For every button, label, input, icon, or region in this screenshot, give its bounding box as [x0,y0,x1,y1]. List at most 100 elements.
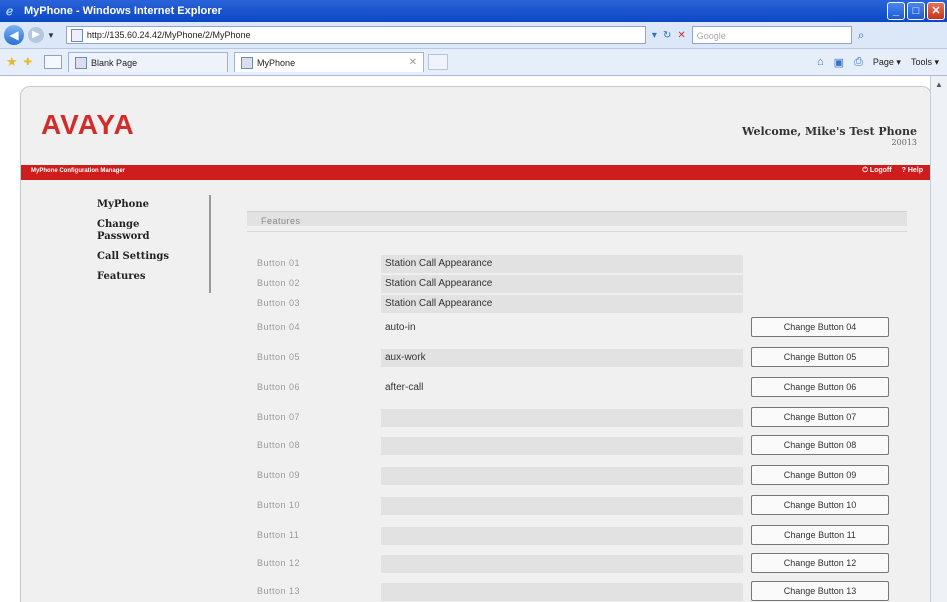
feature-button-label: Button 09 [257,470,301,480]
feature-row: Button 09 Change Button 09 [257,465,917,485]
sidebar-nav: MyPhone Change Password Call Settings Fe… [97,199,207,291]
tab-label: MyPhone [257,57,296,68]
feature-button-label: Button 10 [257,500,301,510]
feature-row: Button 01 Station Call Appearance [257,255,917,273]
feature-button-label: Button 06 [257,382,301,392]
tab-page-icon [241,56,254,69]
print-icon[interactable]: ⎙ [854,56,863,69]
feature-row: Button 11 Change Button 11 [257,525,917,545]
change-button[interactable]: Change Button 06 [751,377,889,397]
command-bar: ⌂ ▣ ⎙ Page ▾ Tools ▾ [817,56,947,69]
change-button[interactable]: Change Button 04 [751,317,889,337]
features-section-header: Features [247,211,907,226]
address-row: ◀ ▶ ▼ http://135.60.24.42/MyPhone/2/MyPh… [0,22,947,49]
page-icon [70,28,83,42]
vertical-scrollbar[interactable]: ▲ [930,76,947,602]
content-viewport: AVAYA Welcome, Mike's Test Phone 20013 M… [0,76,930,602]
change-button[interactable]: Change Button 05 [751,347,889,367]
feature-value [381,555,743,573]
feature-row: Button 08 Change Button 08 [257,435,917,455]
tab-blank-page[interactable]: Blank Page [68,52,229,72]
feature-row: Button 07 Change Button 07 [257,407,917,427]
feature-value [381,437,743,455]
minimize-button[interactable]: _ [887,2,905,20]
address-field[interactable]: http://135.60.24.42/MyPhone/2/MyPhone [65,26,646,44]
section-divider [247,231,907,232]
feature-button-label: Button 03 [257,298,301,308]
address-dropdown-icon[interactable]: ▾ [652,30,657,41]
logoff-link[interactable]: ⏻ Logoff [862,167,891,175]
close-tab-icon[interactable]: ✕ [409,57,417,68]
feature-button-label: Button 02 [257,278,301,288]
feature-button-label: Button 01 [257,258,301,268]
change-button[interactable]: Change Button 09 [751,465,889,485]
stop-icon[interactable]: ✕ [677,30,685,41]
scroll-up-icon[interactable]: ▲ [931,80,947,89]
feature-value: Station Call Appearance [381,295,743,313]
window-title: MyPhone - Windows Internet Explorer [24,5,222,17]
feature-button-label: Button 07 [257,412,301,422]
extension-number: 20013 [891,138,917,147]
help-link[interactable]: ? Help [902,167,923,175]
change-button[interactable]: Change Button 08 [751,435,889,455]
quick-tabs-icon[interactable] [44,55,63,69]
feature-button-label: Button 12 [257,558,301,568]
ie-logo-icon: ℯ [6,4,14,18]
forward-button[interactable]: ▶ [28,27,44,43]
feature-value [381,497,743,515]
feature-value: after-call [385,382,424,393]
feature-value [381,583,743,601]
feature-value: aux-work [381,349,743,367]
feeds-icon[interactable]: ▣ [834,56,844,69]
page-menu[interactable]: Page ▾ [873,57,901,68]
maximize-button[interactable]: □ [907,2,925,20]
header-links: ⏻ Logoff ? Help [862,167,923,175]
search-input[interactable]: Google [691,26,852,44]
feature-row: Button 02 Station Call Appearance [257,275,917,293]
tab-myphone[interactable]: MyPhone ✕ [234,52,425,72]
tab-label: Blank Page [91,57,138,68]
features-title: Features [261,216,301,226]
feature-button-label: Button 04 [257,322,301,332]
feature-row: Button 05 aux-work Change Button 05 [257,347,917,367]
change-button[interactable]: Change Button 13 [751,581,889,601]
sidebar-item-call-settings[interactable]: Call Settings [97,251,207,263]
welcome-text: Welcome, Mike's Test Phone 20013 [742,125,917,147]
sidebar-item-change-password[interactable]: Change Password [97,219,157,243]
window-controls: _ □ ✕ [887,2,945,20]
favorites-star-icon[interactable]: ★ [6,54,18,70]
new-tab-button[interactable] [428,54,449,70]
app-name: MyPhone Configuration Manager [31,168,126,174]
feature-row: Button 03 Station Call Appearance [257,295,917,313]
feature-value: Station Call Appearance [381,275,743,293]
feature-value [381,527,743,545]
tools-menu[interactable]: Tools ▾ [911,57,939,68]
address-url: http://135.60.24.42/MyPhone/2/MyPhone [86,30,251,40]
sidebar-item-myphone[interactable]: MyPhone [97,199,207,211]
address-controls: ▾ ↻ ✕ [652,30,686,41]
app-header-bar: MyPhone Configuration Manager ⏻ Logoff ?… [21,165,930,180]
back-button[interactable]: ◀ [4,25,24,45]
change-button[interactable]: Change Button 11 [751,525,889,545]
feature-value [381,409,743,427]
feature-value: Station Call Appearance [381,255,743,273]
feature-row: Button 04 auto-in Change Button 04 [257,317,917,337]
feature-button-label: Button 13 [257,586,301,596]
close-button[interactable]: ✕ [927,2,945,20]
avaya-logo: AVAYA [41,109,135,140]
feature-row: Button 13 Change Button 13 [257,581,917,601]
tab-row: ★ ✚ Blank Page MyPhone ✕ ⌂ ▣ ⎙ Page ▾ To… [0,49,947,76]
change-button[interactable]: Change Button 10 [751,495,889,515]
add-favorites-icon[interactable]: ✚ [24,57,32,68]
feature-button-label: Button 05 [257,352,301,362]
change-button[interactable]: Change Button 12 [751,553,889,573]
title-bar: ℯ MyPhone - Windows Internet Explorer _ … [0,0,947,22]
change-button[interactable]: Change Button 07 [751,407,889,427]
sidebar-item-features[interactable]: Features [97,271,207,283]
search-icon[interactable]: ⌕ [858,28,865,43]
refresh-icon[interactable]: ↻ [663,30,671,41]
history-dropdown-icon[interactable]: ▼ [47,31,55,40]
feature-row: Button 06 after-call Change Button 06 [257,377,917,397]
home-icon[interactable]: ⌂ [817,56,824,68]
avaya-page: AVAYA Welcome, Mike's Test Phone 20013 M… [20,86,930,602]
